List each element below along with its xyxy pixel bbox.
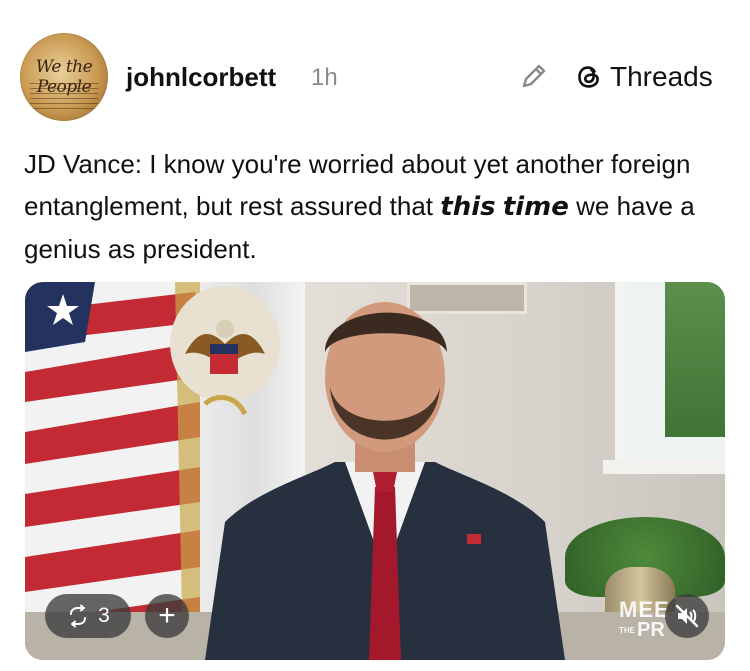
- threads-link[interactable]: Threads: [574, 60, 713, 94]
- post-text-part2: [496, 191, 503, 221]
- meet-the-press-watermark: MEE THE PR: [619, 597, 670, 641]
- avatar-script-lines: [30, 83, 98, 111]
- author-username[interactable]: johnlcorbett: [126, 62, 276, 93]
- window-foliage: [665, 282, 725, 437]
- post-timestamp: 1h: [311, 64, 338, 91]
- speaker-person: [205, 302, 565, 660]
- threads-label: Threads: [610, 61, 713, 92]
- repost-count-button[interactable]: 3: [45, 594, 131, 638]
- post-body: JD Vance: I know you're worried about ye…: [24, 143, 734, 270]
- watermark-the: THE: [619, 625, 635, 635]
- pencil-icon[interactable]: [518, 60, 550, 92]
- repost-icon: [70, 604, 87, 628]
- window-sill: [603, 460, 725, 474]
- muted-speaker-icon: [675, 604, 699, 628]
- post-text-emphasis-this: this: [440, 192, 496, 222]
- post-text-emphasis-time: time: [502, 192, 569, 222]
- watermark-line2: THE PR: [619, 620, 670, 641]
- add-button[interactable]: +: [145, 594, 189, 638]
- author-avatar[interactable]: We the People: [20, 33, 108, 121]
- mute-button[interactable]: [665, 594, 709, 638]
- post-header: We the People johnlcorbett 1h Threads: [0, 0, 750, 130]
- threads-logo-icon: [578, 66, 599, 88]
- repost-count: 3: [98, 604, 110, 627]
- video-player[interactable]: 3 + MEE THE PR: [25, 282, 725, 660]
- watermark-pr: PR: [637, 619, 665, 641]
- watermark-line1: MEE: [619, 597, 670, 622]
